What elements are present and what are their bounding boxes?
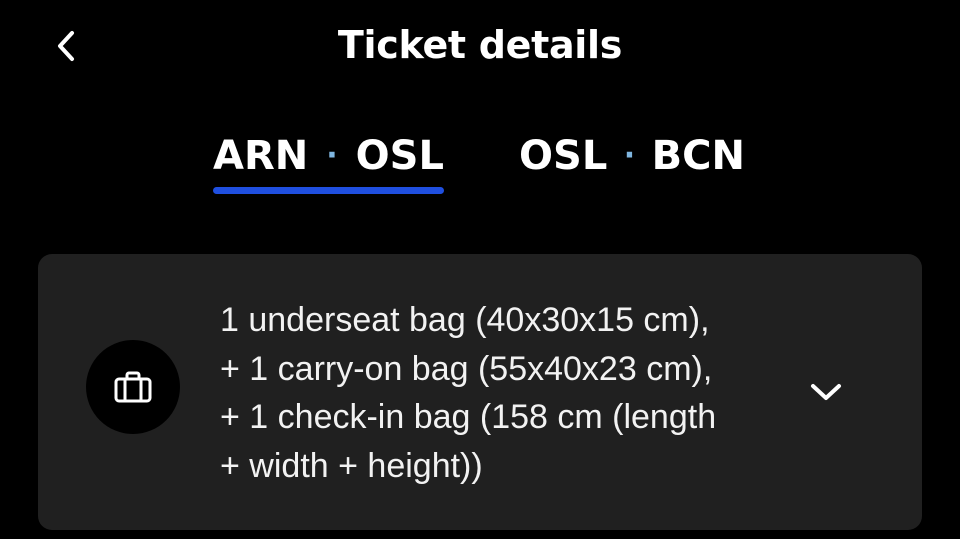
expand-button[interactable] [804,370,848,414]
baggage-allowance-text: 1 underseat bag (40x30x15 cm), + 1 carry… [220,296,810,490]
tab-arn-osl[interactable]: ARN · OSL [213,128,444,200]
suitcase-icon [114,371,152,403]
tab-separator-dot: · [623,138,636,173]
tab-origin: ARN [213,133,309,179]
tab-destination: BCN [651,133,745,179]
active-tab-indicator [213,187,444,194]
chevron-down-icon [811,384,841,400]
baggage-line: 1 underseat bag (40x30x15 cm), [220,301,710,339]
tab-osl-bcn[interactable]: OSL · BCN [519,128,745,200]
route-tabs: ARN · OSL OSL · BCN [0,128,960,200]
baggage-line: + 1 carry-on bag (55x40x23 cm), [220,349,713,388]
baggage-line: + 1 check-in bag (158 cm (length [220,398,717,436]
page-title: Ticket details [337,23,623,67]
baggage-icon-badge [86,340,180,434]
tab-destination: OSL [355,133,444,179]
baggage-line: + width + height)) [220,446,483,485]
tab-origin: OSL [519,133,608,179]
baggage-card[interactable]: 1 underseat bag (40x30x15 cm), + 1 carry… [38,254,922,530]
tab-separator-dot: · [326,138,338,173]
header: Ticket details [0,0,960,92]
